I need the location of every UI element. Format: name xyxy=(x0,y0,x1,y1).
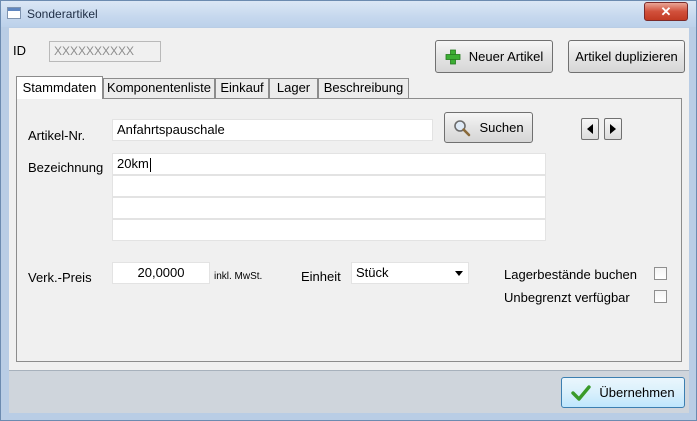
price-note: inkl. MwSt. xyxy=(214,271,263,282)
plus-icon xyxy=(445,49,461,64)
tab-lager[interactable]: Lager xyxy=(269,78,318,98)
stock-booking-checkbox[interactable] xyxy=(654,267,667,280)
dialog-window: Sonderartikel ✕ ID XXXXXXXXXX Neuer Arti… xyxy=(0,0,697,421)
unlimited-checkbox[interactable] xyxy=(654,290,667,303)
designation-line-1[interactable]: 20km xyxy=(112,153,546,175)
id-field: XXXXXXXXXX xyxy=(49,41,161,62)
tab-einkauf[interactable]: Einkauf xyxy=(215,78,269,98)
checkmark-icon xyxy=(571,384,592,401)
article-number-label: Artikel-Nr. xyxy=(28,128,86,143)
designation-label: Bezeichnung xyxy=(28,160,104,175)
triangle-left-icon xyxy=(587,124,593,134)
tab-beschreibung[interactable]: Beschreibung xyxy=(318,78,409,98)
unlimited-label: Unbegrenzt verfügbar xyxy=(504,290,630,305)
search-icon xyxy=(454,119,471,136)
stammdaten-panel: Artikel-Nr. Anfahrtspauschale Suchen Bez… xyxy=(16,98,682,362)
apply-button[interactable]: Übernehmen xyxy=(561,377,685,408)
dropdown-arrow-icon xyxy=(455,271,463,276)
search-label: Suchen xyxy=(479,120,524,135)
price-input[interactable]: 20,0000 xyxy=(112,262,210,284)
tab-stammdaten[interactable]: Stammdaten xyxy=(16,76,103,99)
window-icon xyxy=(7,7,21,19)
unit-label: Einheit xyxy=(301,269,341,284)
new-article-label: Neuer Artikel xyxy=(468,49,544,64)
designation-line-4[interactable] xyxy=(112,219,546,241)
unit-select[interactable]: Stück xyxy=(351,262,469,284)
tab-komponentenliste[interactable]: Komponentenliste xyxy=(103,78,215,98)
footer-bar: Übernehmen xyxy=(9,370,689,413)
apply-label: Übernehmen xyxy=(599,385,675,400)
duplicate-article-button[interactable]: Artikel duplizieren xyxy=(568,40,685,73)
unit-value: Stück xyxy=(356,265,389,280)
triangle-right-icon xyxy=(610,124,616,134)
previous-record-button[interactable] xyxy=(581,118,599,140)
designation-line-2[interactable] xyxy=(112,175,546,197)
duplicate-article-label: Artikel duplizieren xyxy=(575,49,678,64)
text-cursor xyxy=(149,157,151,172)
close-button[interactable]: ✕ xyxy=(644,2,688,21)
id-label: ID xyxy=(13,43,26,58)
next-record-button[interactable] xyxy=(604,118,622,140)
designation-line-3[interactable] xyxy=(112,197,546,219)
title-bar[interactable]: Sonderartikel ✕ xyxy=(1,1,696,27)
designation-line-1-text: 20km xyxy=(117,156,149,171)
window-title: Sonderartikel xyxy=(27,7,98,21)
stock-booking-label: Lagerbestände buchen xyxy=(504,267,638,282)
article-number-input[interactable]: Anfahrtspauschale xyxy=(112,119,433,141)
dialog-body: ID XXXXXXXXXX Neuer Artikel Artikel dupl… xyxy=(9,28,689,370)
price-label: Verk.-Preis xyxy=(28,270,92,285)
close-icon: ✕ xyxy=(660,4,672,19)
search-button[interactable]: Suchen xyxy=(444,112,533,143)
new-article-button[interactable]: Neuer Artikel xyxy=(435,40,553,73)
